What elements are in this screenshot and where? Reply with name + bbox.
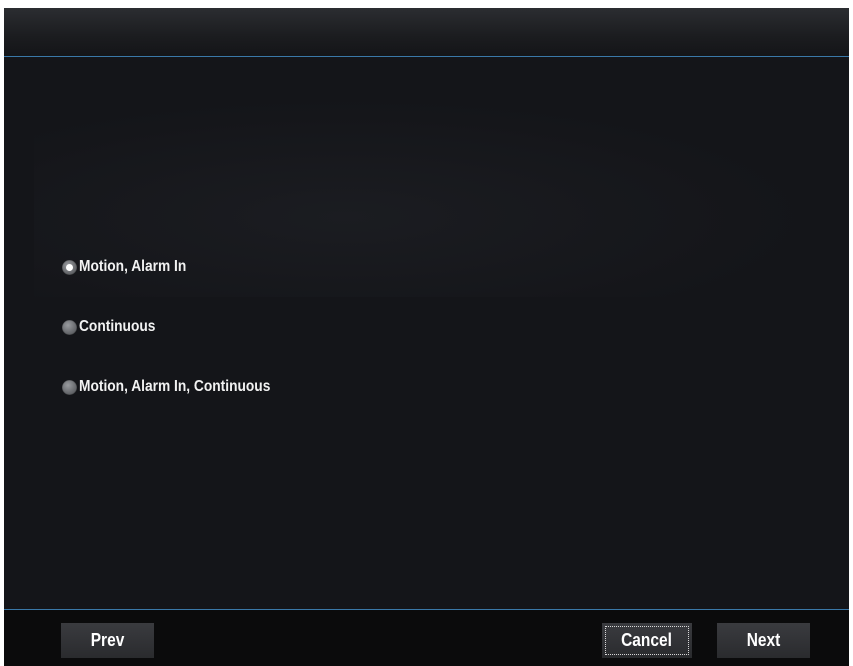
next-button-label: Next [746, 630, 781, 650]
radio-button-icon[interactable] [62, 319, 77, 335]
cancel-button[interactable]: Cancel [602, 623, 692, 658]
radio-label: Continuous [79, 318, 156, 335]
radio-label: Motion, Alarm In [79, 258, 187, 275]
title-bar [4, 8, 849, 57]
radio-option-motion-alarm-in[interactable]: Motion, Alarm In [62, 258, 204, 276]
prev-button-label: Prev [90, 630, 125, 650]
wizard-window: Motion, Alarm In Continuous Motion, Alar… [4, 8, 849, 666]
prev-button[interactable]: Prev [61, 623, 154, 658]
next-button[interactable]: Next [717, 623, 810, 658]
radio-button-selected-icon[interactable] [62, 259, 77, 275]
radio-button-icon[interactable] [62, 379, 77, 395]
radio-label: Motion, Alarm In, Continuous [79, 378, 271, 395]
radio-option-continuous[interactable]: Continuous [62, 318, 168, 336]
radio-option-motion-alarm-in-continuous[interactable]: Motion, Alarm In, Continuous [62, 378, 302, 396]
button-bar: Prev Cancel Next [4, 609, 849, 666]
cancel-button-label: Cancel [621, 630, 673, 650]
recording-mode-panel: Motion, Alarm In Continuous Motion, Alar… [4, 57, 849, 609]
